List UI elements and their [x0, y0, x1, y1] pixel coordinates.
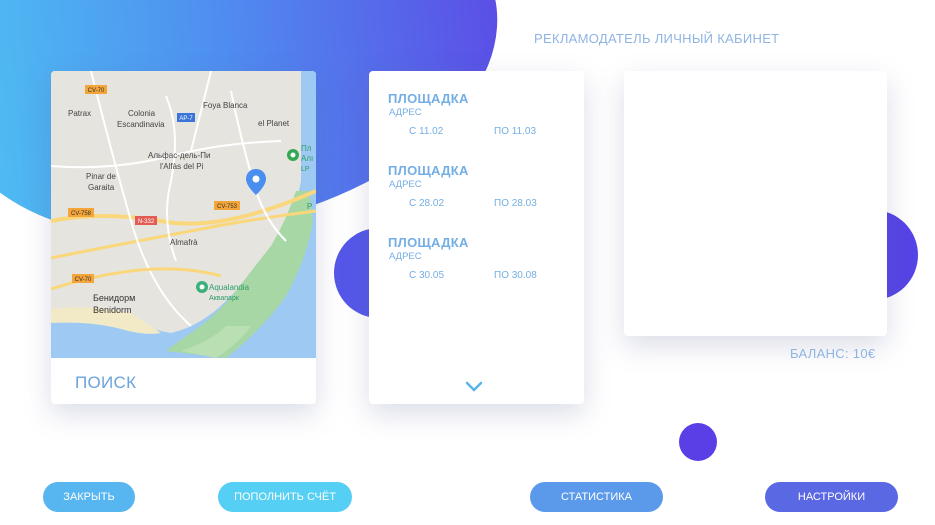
venue-name: ПЛОЩАДКА [388, 235, 469, 250]
venue-list-card: ПЛОЩАДКА АДРЕС С 11.02 ПО 11.03 ПЛОЩАДКА… [369, 71, 584, 404]
map-label: Almafrà [170, 238, 198, 247]
venue-address: АДРЕС [389, 107, 422, 118]
map-label: Aqualandia [209, 283, 250, 292]
park-marker-icon[interactable] [287, 149, 299, 161]
map-label: Альфас-дель-Пи [148, 151, 210, 160]
road-label: CV-758 [71, 211, 92, 217]
venue-date-to: ПО 28.03 [494, 198, 537, 209]
map-label: Colonia [128, 109, 156, 118]
content-panel [624, 71, 887, 336]
venue-dates: С 11.02 ПО 11.03 [388, 126, 568, 140]
venue-dates: С 28.02 ПО 28.03 [388, 198, 568, 212]
venue-date-to: ПО 30.08 [494, 270, 537, 281]
map-view[interactable]: CV-70 AP-7 CV-758 N-332 CV-753 CV-70 Pat… [51, 71, 316, 358]
close-button[interactable]: ЗАКРЫТЬ [43, 482, 135, 512]
map-label: Бенидорм [93, 293, 135, 303]
map-label: Patrax [68, 109, 91, 118]
statistics-button[interactable]: СТАТИСТИКА [530, 482, 663, 512]
top-up-button[interactable]: ПОПОЛНИТЬ СЧЁТ [218, 482, 352, 512]
list-item[interactable]: ПЛОЩАДКА АДРЕС С 11.02 ПО 11.03 [388, 91, 568, 140]
road-label: CV-70 [88, 88, 105, 94]
map-label: Foya Blanca [203, 101, 248, 110]
road-label: CV-753 [217, 204, 238, 210]
list-item[interactable]: ПЛОЩАДКА АДРЕС С 28.02 ПО 28.03 [388, 163, 568, 212]
map-label: Benidorm [93, 305, 132, 315]
venue-date-from: С 30.05 [409, 270, 445, 281]
map-label: l'Alfàs del Pi [160, 162, 204, 171]
search-label[interactable]: ПОИСК [75, 373, 136, 393]
map-label: Escandinavia [117, 120, 165, 129]
venue-name: ПЛОЩАДКА [388, 91, 469, 106]
map-card[interactable]: CV-70 AP-7 CV-758 N-332 CV-753 CV-70 Pat… [51, 71, 316, 404]
venue-address: АДРЕС [389, 251, 422, 262]
road-label: CV-70 [75, 277, 92, 283]
road-label: N-332 [138, 219, 155, 225]
venue-address: АДРЕС [389, 179, 422, 190]
map-label: Аквапарк [209, 295, 240, 302]
road-label: AP-7 [179, 116, 193, 122]
page-title: РЕКЛАМОДАТЕЛЬ ЛИЧНЫЙ КАБИНЕТ [534, 31, 780, 46]
venue-dates: С 30.05 ПО 30.08 [388, 270, 568, 284]
settings-button[interactable]: НАСТРОЙКИ [765, 482, 898, 512]
decor-circle-small [679, 423, 717, 461]
chevron-down-icon[interactable] [465, 381, 483, 393]
map-label: Pinar de [86, 172, 116, 181]
map-label: Garaita [88, 183, 115, 192]
map-label: LP [301, 166, 310, 173]
venue-date-from: С 28.02 [409, 198, 445, 209]
map-label: P [307, 202, 312, 211]
map-label: el Planet [258, 119, 290, 128]
venue-date-from: С 11.02 [409, 126, 444, 137]
venue-date-to: ПО 11.03 [494, 126, 537, 137]
balance-label: БАЛАНС: 10€ [790, 346, 876, 361]
map-label: Пл [301, 144, 312, 153]
aquapark-marker-icon[interactable] [196, 281, 208, 293]
map-label: Алı [301, 154, 313, 163]
list-item[interactable]: ПЛОЩАДКА АДРЕС С 30.05 ПО 30.08 [388, 235, 568, 284]
venue-name: ПЛОЩАДКА [388, 163, 469, 178]
